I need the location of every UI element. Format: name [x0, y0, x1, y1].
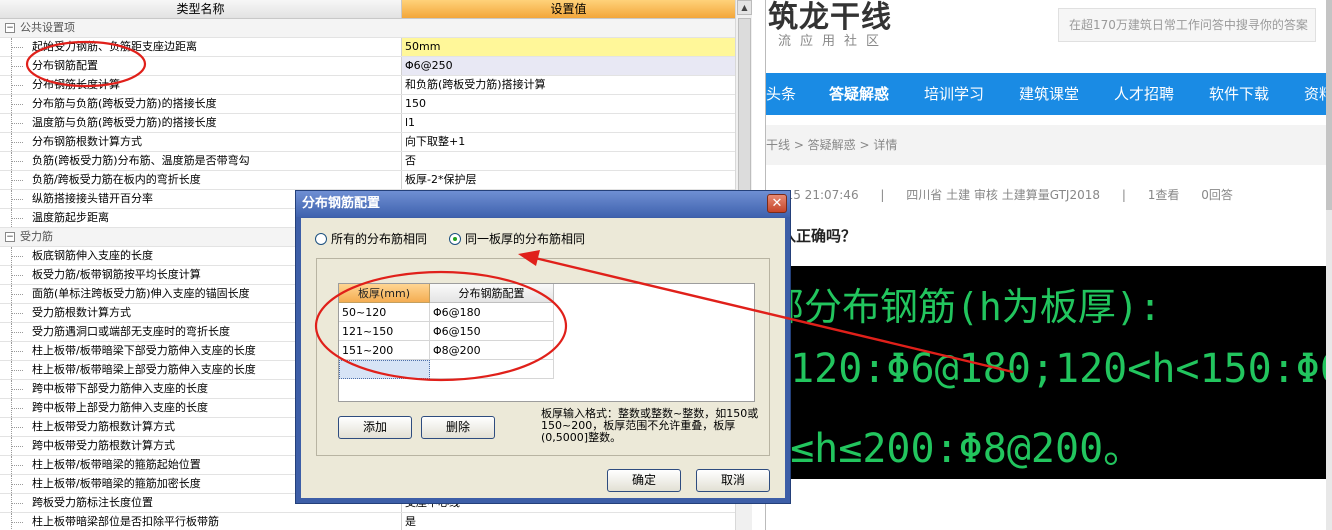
grid-row[interactable]: 分布钢筋根数计算方式 向下取整+1: [0, 133, 735, 152]
thickness-format-hint: 板厚输入格式：整数或整数~整数，如150或150~200，板厚范围不允许重叠，板…: [541, 407, 759, 444]
property-value[interactable]: 板厚-2*保护层: [402, 171, 735, 189]
radio-same-thickness[interactable]: 同一板厚的分布筋相同: [449, 230, 585, 247]
property-name: 分布钢筋配置: [0, 57, 402, 75]
grid-category-row[interactable]: − 公共设置项: [0, 19, 735, 38]
property-name: 起始受力钢筋、负筋距支座边距离: [0, 38, 402, 56]
search-input[interactable]: 在超170万建筑日常工作问答中搜寻你的答案: [1058, 8, 1316, 42]
radio-all-same[interactable]: 所有的分布筋相同: [315, 230, 427, 247]
grid-row[interactable]: 起始受力钢筋、负筋距支座边距离 50mm: [0, 38, 735, 57]
config-group-box: 板厚(mm) 分布钢筋配置 50~120 Φ6@180 121~150 Φ6@150 1…: [316, 258, 770, 456]
nav-item[interactable]: 人才招聘: [1114, 73, 1174, 115]
site-slogan: 流应用社区: [778, 34, 889, 49]
distribution-rebar-dialog: 分布钢筋配置 ✕ 所有的分布筋相同 同一板厚的分布筋相同 板厚(mm) 分布钢筋…: [295, 190, 791, 504]
breadcrumb[interactable]: 干线 > 答疑解惑 > 详情: [766, 125, 1332, 165]
add-button[interactable]: 添加: [338, 416, 412, 439]
close-icon[interactable]: ✕: [767, 194, 787, 213]
thickness-cell[interactable]: 151~200: [339, 341, 430, 360]
thickness-cell[interactable]: [339, 360, 430, 379]
property-value[interactable]: 向下取整+1: [402, 133, 735, 151]
grid-row[interactable]: 负筋/跨板受力筋在板内的弯折长度 板厚-2*保护层: [0, 171, 735, 190]
grid-row[interactable]: 分布钢筋配置 Φ6@250: [0, 57, 735, 76]
property-value[interactable]: 否: [402, 152, 735, 170]
grid-row[interactable]: 分布筋与负筋(跨板受力筋)的搭接长度 150: [0, 95, 735, 114]
separator: |: [880, 188, 885, 202]
property-value[interactable]: 和负筋(跨板受力筋)搭接计算: [402, 76, 735, 94]
rebar-config-cell[interactable]: Φ8@200: [430, 341, 554, 360]
radio-on-icon: [449, 232, 461, 245]
grid-row[interactable]: 柱上板带暗梁部位是否扣除平行板带筋是: [0, 513, 735, 530]
property-name: 负筋/跨板受力筋在板内的弯折长度: [0, 171, 402, 189]
property-name: 柱上板带暗梁部位是否扣除平行板带筋: [0, 513, 402, 530]
web-page: 筑龙干线 流应用社区 在超170万建筑日常工作问答中搜寻你的答案 头条 答疑解惑培…: [765, 0, 1332, 530]
radio-all-same-label: 所有的分布筋相同: [331, 232, 428, 246]
property-name: 温度筋与负筋(跨板受力筋)的搭接长度: [0, 114, 402, 132]
delete-button[interactable]: 删除: [421, 416, 495, 439]
table-row: [339, 360, 554, 379]
question-meta: 07-15 21:07:46 | 四川省 土建 审核 土建算量GTJ2018 |…: [766, 186, 1251, 203]
nav-item[interactable]: 建筑课堂: [1019, 73, 1079, 115]
property-value[interactable]: 50mm: [402, 38, 735, 56]
ok-button[interactable]: 确定: [607, 469, 681, 492]
main-nav: 头条 答疑解惑 培训学习 建筑课堂 人才招聘 软件下载 资料: [766, 73, 1332, 115]
column-header-value[interactable]: 设置值: [402, 0, 735, 19]
property-name: 公共设置项: [20, 21, 75, 34]
thickness-cell[interactable]: 50~120: [339, 303, 430, 322]
post-tags[interactable]: 四川省 土建 审核 土建算量GTJ2018: [906, 188, 1100, 202]
nav-item[interactable]: 头条: [766, 73, 796, 115]
rebar-config-cell[interactable]: Φ6@150: [430, 322, 554, 341]
scroll-up-icon[interactable]: ▲: [737, 0, 752, 15]
column-header-name[interactable]: 类型名称: [0, 0, 402, 19]
property-value[interactable]: 150: [402, 95, 735, 113]
radio-same-thickness-label: 同一板厚的分布筋相同: [465, 232, 586, 246]
view-count: 1查看: [1147, 188, 1180, 202]
grid-row[interactable]: 分布钢筋长度计算 和负筋(跨板受力筋)搭接计算: [0, 76, 735, 95]
thickness-cell[interactable]: 121~150: [339, 322, 430, 341]
header-thickness[interactable]: 板厚(mm): [339, 284, 430, 303]
grid-row[interactable]: 温度筋与负筋(跨板受力筋)的搭接长度 l1: [0, 114, 735, 133]
page-scroll-thumb[interactable]: [1326, 0, 1332, 210]
table-row: 151~200 Φ8@200: [339, 341, 554, 360]
header-rebar-config[interactable]: 分布钢筋配置: [430, 284, 554, 303]
thickness-config-table: 板厚(mm) 分布钢筋配置 50~120 Φ6@180 121~150 Φ6@150 1…: [338, 283, 755, 402]
cad-screenshot-image: 部分布钢筋(h为板厚): ≤120:Φ6@180;120<h<150:Φ6@1 …: [766, 266, 1326, 479]
grid-row[interactable]: 负筋(跨板受力筋)分布筋、温度筋是否带弯勾否: [0, 152, 735, 171]
property-name: 分布钢筋根数计算方式: [0, 133, 402, 151]
property-value[interactable]: [402, 19, 735, 37]
table-header-row: 板厚(mm) 分布钢筋配置: [339, 284, 554, 303]
property-name: 分布筋与负筋(跨板受力筋)的搭接长度: [0, 95, 402, 113]
rebar-config-cell[interactable]: [430, 360, 554, 379]
radio-off-icon: [315, 232, 327, 245]
dialog-body: 所有的分布筋相同 同一板厚的分布筋相同 板厚(mm) 分布钢筋配置 50~120…: [301, 218, 785, 498]
cad-line-2: ≤120:Φ6@180;120<h<150:Φ6@1: [766, 346, 1326, 392]
property-name: 负筋(跨板受力筋)分布筋、温度筋是否带弯勾: [0, 152, 402, 170]
page-scrollbar[interactable]: [1326, 0, 1332, 530]
rebar-config-cell[interactable]: Φ6@180: [430, 303, 554, 322]
nav-item[interactable]: 软件下载: [1209, 73, 1269, 115]
grid-header: 类型名称 设置值: [0, 0, 735, 19]
nav-item[interactable]: 答疑解惑: [829, 73, 889, 115]
table-row: 121~150 Φ6@150: [339, 322, 554, 341]
cancel-button[interactable]: 取消: [696, 469, 770, 492]
dialog-title[interactable]: 分布钢筋配置: [296, 191, 790, 217]
property-name: 分布钢筋长度计算: [0, 76, 402, 94]
separator: |: [1121, 188, 1126, 202]
property-value[interactable]: l1: [402, 114, 735, 132]
nav-item[interactable]: 培训学习: [924, 73, 984, 115]
table-row: 50~120 Φ6@180: [339, 303, 554, 322]
answer-count: 0回答: [1201, 188, 1233, 202]
property-value[interactable]: 是: [402, 513, 735, 530]
cad-line-1: 部分布钢筋(h为板厚):: [766, 285, 1162, 329]
property-value[interactable]: Φ6@250: [402, 57, 735, 75]
cad-line-3: 0≤h≤200:Φ8@200。: [766, 426, 1144, 472]
